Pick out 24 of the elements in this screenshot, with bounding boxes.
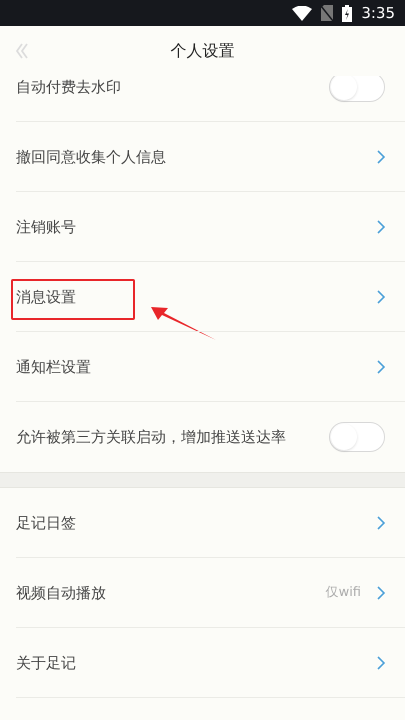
clock-time: 3:35 <box>361 2 395 24</box>
toggle-switch[interactable] <box>329 422 385 452</box>
setting-label: 自动付费去水印 <box>16 76 122 98</box>
toggle-switch[interactable] <box>329 76 385 102</box>
no-sim-icon <box>321 5 334 21</box>
battery-charging-icon <box>342 4 352 22</box>
setting-label: 足记日签 <box>16 512 77 534</box>
page-title: 个人设置 <box>170 40 234 62</box>
chevron-right-icon <box>377 656 385 670</box>
setting-label: 允许被第三方关联启动，增加推送送达率 <box>16 426 287 448</box>
setting-label: 关于足记 <box>16 652 77 674</box>
chevron-right-icon <box>377 360 385 374</box>
setting-value: 仅wifi <box>326 584 361 602</box>
chevron-right-icon <box>377 586 385 600</box>
chevron-right-icon <box>377 150 385 164</box>
chevron-right-icon <box>377 290 385 304</box>
setting-label: 视频自动播放 <box>16 582 107 604</box>
chevron-right-icon <box>377 220 385 234</box>
setting-label: 撤回同意收集个人信息 <box>16 146 167 168</box>
setting-label: 注销账号 <box>16 216 77 238</box>
setting-label: 消息设置 <box>16 286 77 308</box>
setting-label: 通知栏设置 <box>16 356 92 378</box>
chevron-right-icon <box>377 516 385 530</box>
wifi-icon <box>292 6 312 20</box>
